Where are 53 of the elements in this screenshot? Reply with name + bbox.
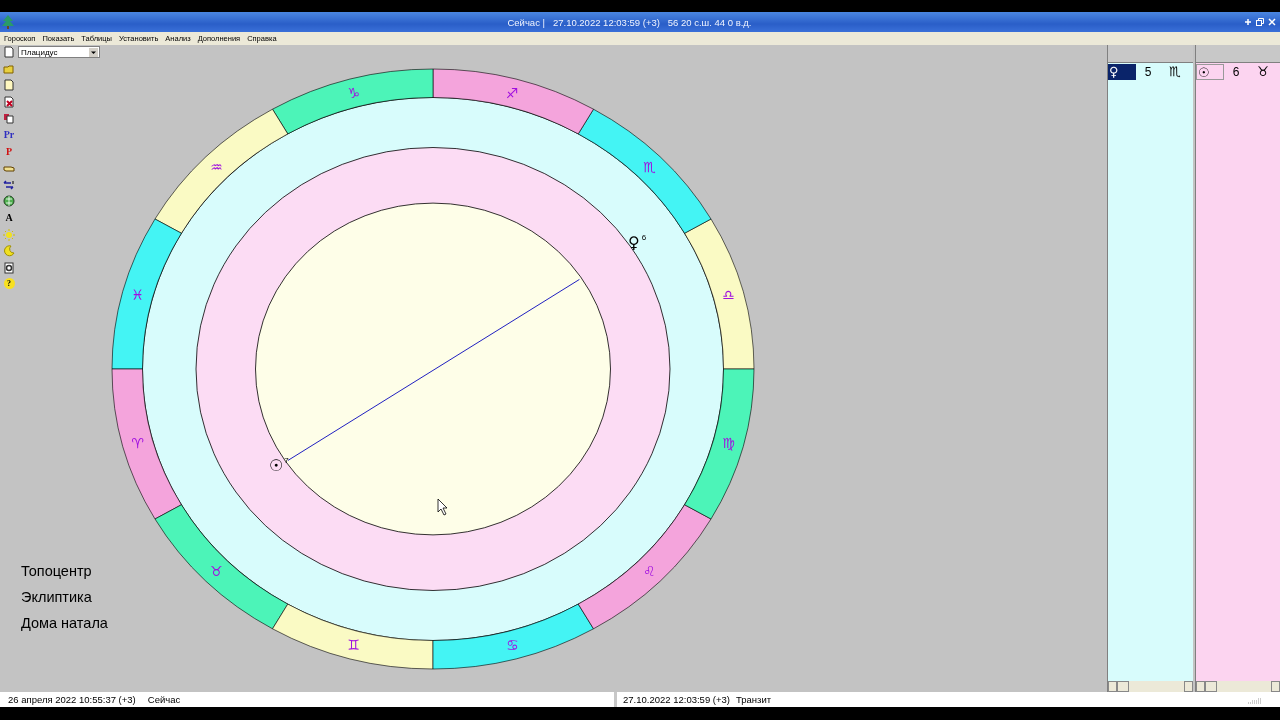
sign-cell-text: ♉ (1256, 64, 1270, 80)
house-cell-text: 6 (1231, 64, 1241, 80)
zodiac-sign: ♐ (505, 84, 519, 101)
transit-label: Транзит (735, 694, 772, 705)
zodiac-sign: ♈ (131, 435, 144, 451)
scroll-left-button[interactable] (1196, 681, 1205, 692)
window-title: Сейчас | 27.10.2022 12:03:59 (+3) 56 20 с.ш. 44 0 в.д. (506, 16, 753, 28)
zodiac-sign: ♍ (722, 435, 735, 451)
sign-cell-text: ♏ (1168, 64, 1182, 80)
zodiac-sign: ♊ (347, 637, 361, 654)
scroll-left-button[interactable] (1108, 681, 1117, 692)
house-cell-text: 5 (1143, 64, 1153, 80)
scroll-thumb[interactable] (1117, 681, 1129, 692)
pin-icon[interactable] (1244, 18, 1252, 26)
close-icon[interactable] (1268, 18, 1276, 26)
planet-cell[interactable]: ☉ (1196, 64, 1224, 80)
house-number: 6 (641, 232, 647, 242)
mouse-cursor-icon (437, 498, 448, 516)
horizontal-scrollbar[interactable] (1108, 681, 1193, 692)
scroll-thumb[interactable] (1205, 681, 1217, 692)
tree-icon (1, 14, 15, 30)
document-icon[interactable] (3, 95, 15, 108)
zodiac-sign: ♓ (131, 287, 144, 303)
planet-symbol[interactable]: ♀ (628, 232, 640, 252)
globe-icon[interactable] (3, 195, 15, 208)
planet-cell[interactable]: ♀ (1108, 64, 1136, 80)
zodiac-sign: ♒ (210, 158, 223, 175)
house-number: 7 (284, 456, 289, 465)
zodiac-sign: ♉ (210, 563, 223, 580)
chart-setting-label: Дома натала (21, 614, 108, 633)
zodiac-sign: ♌ (643, 563, 656, 580)
house-system-dropdown[interactable]: Плацидус (18, 46, 100, 58)
arrows-icon[interactable] (3, 178, 15, 191)
zodiac-sign: ♑ (347, 84, 361, 101)
folder-icon[interactable] (3, 62, 15, 75)
chart-setting-label: Топоцентр (21, 562, 93, 581)
scroll-right-button[interactable] (1184, 681, 1193, 692)
toolbar-button[interactable]: A (5, 211, 13, 224)
document-icon[interactable] (3, 79, 15, 92)
scroll-right-button[interactable] (1271, 681, 1280, 692)
transit-date: 27.10.2022 12:03:59 (+3) (623, 694, 730, 705)
toolbar-button[interactable]: Pr (3, 128, 15, 141)
zodiac-sign: ♎ (722, 287, 735, 303)
chart-setting-label: Эклиптика (21, 588, 93, 607)
help-button[interactable]: ? (3, 278, 15, 290)
horizontal-scrollbar[interactable] (1196, 681, 1280, 692)
planet-symbol[interactable]: ☉ (269, 456, 284, 475)
zodiac-sign: ♋ (505, 637, 519, 654)
zodiac-sign: ♏ (643, 158, 656, 175)
documents-icon[interactable] (3, 112, 15, 125)
natal-date: 26 апреля 2022 10:55:37 (+3) (8, 694, 136, 705)
restore-icon[interactable] (1256, 18, 1264, 26)
natal-label: Сейчас (147, 694, 181, 705)
